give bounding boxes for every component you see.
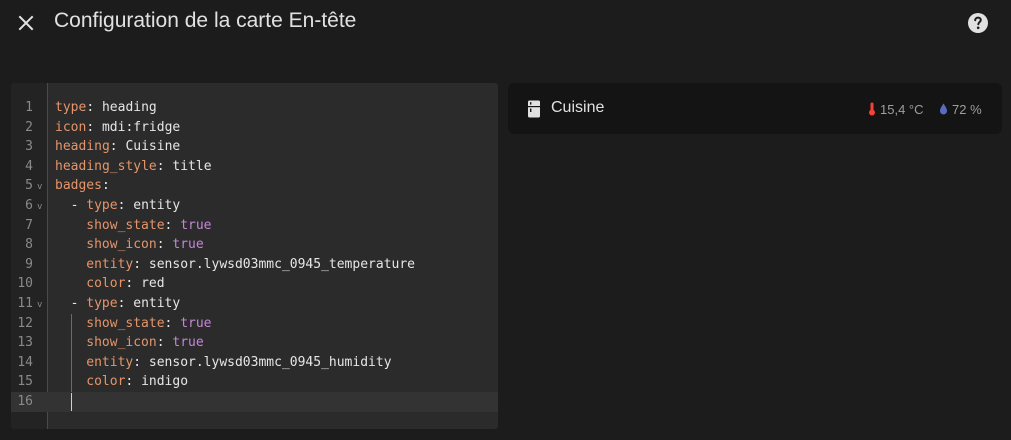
code-line[interactable]: 15 color: indigo [11, 372, 498, 392]
line-number: 6 [25, 198, 33, 213]
code-text: icon: mdi:fridge [55, 119, 181, 135]
code-line[interactable]: 14 entity: sensor.lywsd03mmc_0945_humidit… [11, 353, 498, 373]
code-line[interactable]: 9 entity: sensor.lywsd03mmc_0945_temperat… [11, 255, 498, 275]
text-cursor [70, 393, 72, 411]
code-text: heading: Cuisine [55, 139, 181, 155]
card-heading-title: Cuisine [551, 99, 605, 116]
line-number: 15 [17, 374, 33, 390]
code-text: color: red [86, 276, 165, 292]
code-line[interactable]: 5 v badges: [11, 176, 498, 196]
line-number: 7 [25, 217, 33, 233]
code-text: color: indigo [86, 374, 189, 390]
code-line[interactable]: 13 show_icon: true [11, 333, 498, 353]
dialog-title: Configuration de la carte En-tête [54, 9, 357, 32]
code-line[interactable]: 10 color: red [11, 274, 498, 294]
help-button[interactable] [966, 11, 990, 35]
yaml-code-editor[interactable]: 1 type: heading 2 icon: mdi:fridge 3 heading:… [11, 83, 498, 429]
thermometer-icon [869, 102, 875, 116]
line-number: 13 [17, 335, 33, 351]
line-number: 14 [17, 354, 33, 370]
code-line[interactable]: 1 type: heading [11, 98, 498, 118]
close-button[interactable] [14, 11, 38, 35]
line-number: 2 [25, 119, 33, 135]
code-line[interactable]: 11 v - type: entity [11, 294, 498, 314]
line-number: 12 [17, 315, 33, 331]
heading-card-preview[interactable]: Cuisine 15,4 °C 72 % [508, 83, 1002, 134]
code-text: type: heading [55, 100, 157, 115]
help-circle-icon [968, 13, 988, 33]
humidity-value: 72 % [952, 101, 982, 117]
fridge-icon [528, 100, 540, 118]
line-number: 1 [25, 100, 33, 115]
line-number: 8 [25, 237, 33, 253]
code-text: show_icon: true [86, 335, 204, 351]
temperature-badge[interactable]: 15,4 °C [868, 100, 924, 118]
temperature-value: 15,4 °C [880, 101, 924, 117]
code-line[interactable]: 16 [11, 392, 498, 412]
code-line[interactable]: 12 show_state: true [11, 314, 498, 334]
code-text: entity: sensor.lywsd03mmc_0945_humidity [86, 354, 392, 370]
line-number: 16 [17, 394, 33, 409]
code-text: entity: sensor.lywsd03mmc_0945_temperatu… [86, 256, 415, 272]
code-text: show_state: true [86, 315, 212, 331]
code-text: - type: entity [70, 296, 181, 311]
water-drop-icon [940, 103, 947, 115]
dialog-header: Configuration de la carte En-tête [0, 0, 1011, 46]
code-text: show_state: true [86, 217, 212, 233]
code-text: show_icon: true [86, 237, 204, 253]
code-line[interactable]: 7 show_state: true [11, 216, 498, 236]
code-line[interactable]: 4 heading_style: title [11, 157, 498, 177]
code-text: heading_style: title [55, 158, 212, 174]
line-number: 10 [17, 276, 33, 292]
line-number: 3 [25, 139, 33, 155]
line-number: 9 [25, 256, 33, 272]
code-line[interactable]: 2 icon: mdi:fridge [11, 118, 498, 138]
code-line[interactable]: 8 show_icon: true [11, 235, 498, 255]
line-number: 4 [25, 158, 33, 174]
code-line[interactable]: 6v- type: entity [11, 196, 498, 216]
line-number: 11 [17, 296, 33, 311]
line-number: 5 [25, 178, 33, 194]
code-text: badges: [55, 178, 118, 194]
humidity-badge[interactable]: 72 % [939, 100, 982, 118]
code-text: - type: entity [70, 198, 181, 213]
code-line[interactable]: 3 heading: Cuisine [11, 137, 498, 157]
close-icon [18, 15, 34, 31]
